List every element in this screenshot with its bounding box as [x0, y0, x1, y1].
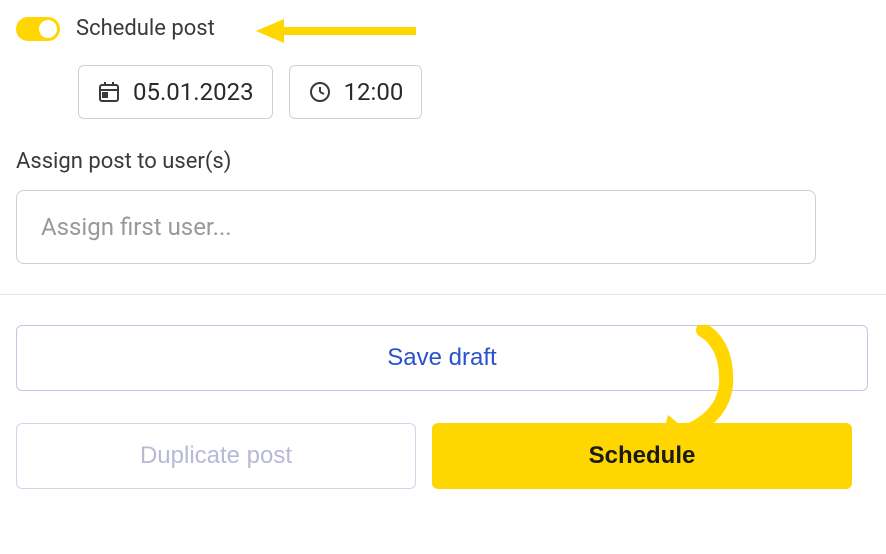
- schedule-toggle[interactable]: [16, 17, 60, 41]
- calendar-icon: [97, 80, 121, 104]
- divider: [0, 294, 886, 295]
- time-picker[interactable]: 12:00: [289, 65, 423, 119]
- date-picker[interactable]: 05.01.2023: [78, 65, 273, 119]
- annotation-arrow-horizontal: [256, 16, 416, 46]
- assign-placeholder: Assign first user...: [41, 213, 232, 241]
- assign-user-input[interactable]: Assign first user...: [16, 190, 816, 264]
- schedule-toggle-label: Schedule post: [76, 16, 215, 41]
- time-value: 12:00: [344, 78, 404, 106]
- schedule-button[interactable]: Schedule: [432, 423, 852, 489]
- save-draft-button[interactable]: Save draft: [16, 325, 868, 391]
- assign-label: Assign post to user(s): [16, 149, 870, 174]
- duplicate-post-button[interactable]: Duplicate post: [16, 423, 416, 489]
- date-value: 05.01.2023: [133, 78, 254, 106]
- clock-icon: [308, 80, 332, 104]
